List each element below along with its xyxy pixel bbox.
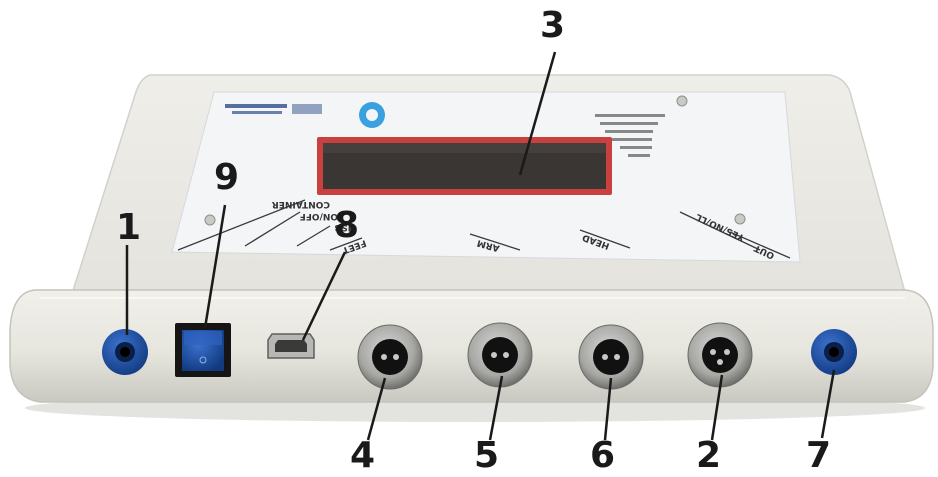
screw-icon <box>734 213 746 225</box>
callout-1: 1 <box>116 207 142 248</box>
callout-9: 9 <box>214 157 240 198</box>
panel-logo <box>359 102 385 128</box>
usb-port <box>267 333 315 359</box>
label-container: CONTAINER <box>272 199 330 209</box>
callout-2: 2 <box>696 435 722 476</box>
callout-5: 5 <box>474 435 500 476</box>
label-on-off: ON/OFF <box>300 211 338 221</box>
screw-icon <box>676 95 688 107</box>
callout-8: 8 <box>334 205 360 246</box>
callout-4: 4 <box>350 435 376 476</box>
callout-7: 7 <box>806 435 832 476</box>
connector-yes-no <box>687 322 753 388</box>
callout-6: 6 <box>590 435 616 476</box>
connector-feet <box>357 324 423 390</box>
blue-jack-right <box>811 329 857 375</box>
power-switch <box>175 323 231 377</box>
screw-icon <box>204 214 216 226</box>
callout-3: 3 <box>540 5 566 46</box>
connector-arm <box>467 322 533 388</box>
display-window <box>317 137 612 195</box>
blue-jack-left <box>102 329 148 375</box>
